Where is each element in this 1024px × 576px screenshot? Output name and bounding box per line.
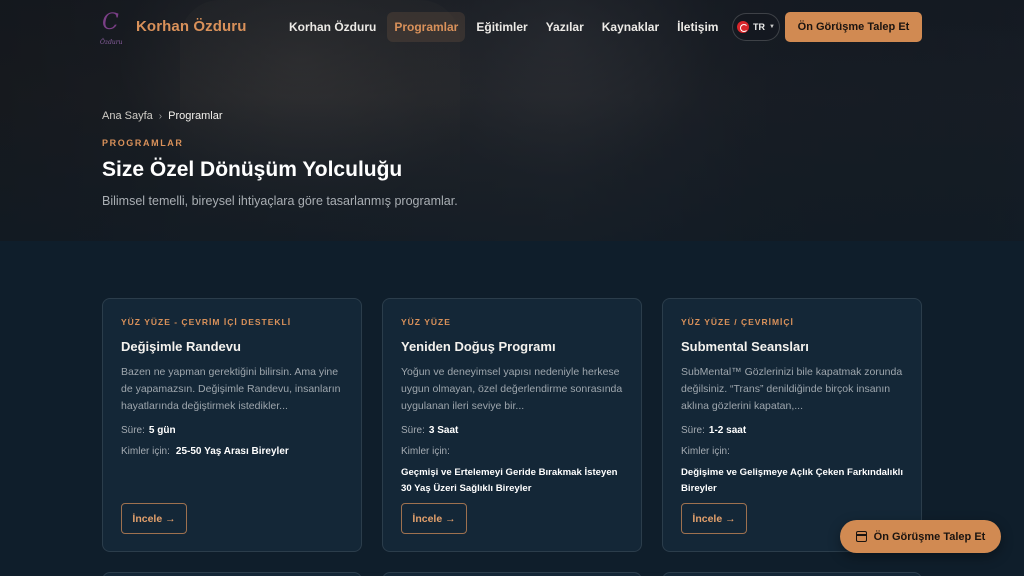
program-card-submental: YÜZ YÜZE / ÇEVRİMİÇİ Submental Seansları… bbox=[662, 298, 922, 552]
floating-consultation-button[interactable]: Ön Görüşme Talep Et bbox=[840, 520, 1001, 553]
program-cards: YÜZ YÜZE - ÇEVRİM İÇİ DESTEKLİ Değişimle… bbox=[102, 298, 922, 552]
section-eyebrow: PROGRAMLAR bbox=[102, 138, 184, 148]
program-card-duration: Süre: 5 gün bbox=[121, 425, 176, 436]
program-card-tag: YÜZ YÜZE - ÇEVRİM İÇİ DESTEKLİ bbox=[121, 317, 292, 327]
program-card-tag: YÜZ YÜZE bbox=[401, 317, 451, 327]
breadcrumb-current: Programlar bbox=[168, 110, 223, 122]
program-card-description: Yoğun ve deneyimsel yapısı nedeniyle her… bbox=[401, 366, 623, 412]
calendar-icon bbox=[855, 531, 867, 542]
program-card-details-button[interactable]: İncele → bbox=[121, 503, 187, 534]
next-row-card-peek bbox=[662, 572, 922, 576]
program-card-details-button[interactable]: İncele → bbox=[681, 503, 747, 534]
nav-item-yazilar[interactable]: Yazılar bbox=[539, 12, 591, 42]
nav-item-egitimler[interactable]: Eğitimler bbox=[469, 12, 534, 42]
brand-logo[interactable]: C Özduru Korhan Özduru bbox=[100, 10, 247, 47]
next-row-card-peek bbox=[382, 572, 642, 576]
main-menu: Korhan Özduru Programlar Eğitimler Yazıl… bbox=[282, 12, 725, 42]
program-card-duration: Süre: 1-2 saat bbox=[681, 425, 747, 436]
page-subtitle: Bilimsel temelli, bireysel ihtiyaçlara g… bbox=[102, 194, 458, 208]
program-card-audience-label: Kimler için: bbox=[401, 446, 450, 457]
nav-item-kaynaklar[interactable]: Kaynaklar bbox=[595, 12, 666, 42]
page-title: Size Özel Dönüşüm Yolculuğu bbox=[102, 158, 403, 181]
program-card-details-button[interactable]: İncele → bbox=[401, 503, 467, 534]
program-card-description: Bazen ne yapman gerektiğini bilirsin. Am… bbox=[121, 366, 341, 412]
consultation-request-button[interactable]: Ön Görüşme Talep Et bbox=[785, 12, 922, 42]
brand-name: Korhan Özduru bbox=[136, 17, 247, 35]
hero-content: Ana Sayfa › Programlar PROGRAMLAR Size Ö… bbox=[102, 110, 458, 208]
program-card-yeniden-dogus: YÜZ YÜZE Yeniden Doğuş Programı Yoğun ve… bbox=[382, 298, 642, 552]
program-card-title: Submental Seansları bbox=[681, 339, 809, 354]
program-card-audience-value: Geçmişi ve Ertelemeyi Geride Bırakmak İs… bbox=[401, 467, 618, 494]
turkey-flag-icon bbox=[737, 21, 750, 33]
top-navigation: C Özduru Korhan Özduru Korhan Özduru Pro… bbox=[0, 0, 1024, 54]
logo-mark-icon: C Özduru bbox=[100, 10, 123, 47]
program-card-title: Yeniden Doğuş Programı bbox=[401, 339, 556, 354]
language-code: TR bbox=[753, 22, 766, 32]
program-card-audience: Kimler için: 25-50 Yaş Arası Bireyler bbox=[121, 446, 289, 457]
program-card-duration: Süre: 3 Saat bbox=[401, 425, 459, 436]
breadcrumb-home-link[interactable]: Ana Sayfa bbox=[102, 110, 153, 122]
chevron-down-icon: ▼ bbox=[769, 24, 775, 30]
program-card-tag: YÜZ YÜZE / ÇEVRİMİÇİ bbox=[681, 317, 794, 327]
breadcrumb: Ana Sayfa › Programlar bbox=[102, 110, 458, 122]
program-card-audience-value: Değişime ve Gelişmeye Açlık Çeken Farkın… bbox=[681, 467, 904, 494]
next-row-card-peek bbox=[102, 572, 362, 576]
program-card-title: Değişimle Randevu bbox=[121, 339, 241, 354]
nav-item-iletisim[interactable]: İletişim bbox=[670, 12, 725, 42]
nav-item-programlar[interactable]: Programlar bbox=[387, 12, 466, 42]
breadcrumb-separator-icon: › bbox=[158, 110, 163, 122]
program-card-degisimle-randevu: YÜZ YÜZE - ÇEVRİM İÇİ DESTEKLİ Değişimle… bbox=[102, 298, 362, 552]
nav-item-korhan-ozduru[interactable]: Korhan Özduru bbox=[282, 12, 383, 42]
program-card-audience-label: Kimler için: bbox=[681, 446, 730, 457]
language-selector[interactable]: TR ▼ bbox=[732, 13, 780, 41]
floating-cta-label: Ön Görüşme Talep Et bbox=[873, 530, 986, 543]
program-card-description: SubMental™ Gözlerinizi bile kapatmak zor… bbox=[681, 366, 903, 412]
